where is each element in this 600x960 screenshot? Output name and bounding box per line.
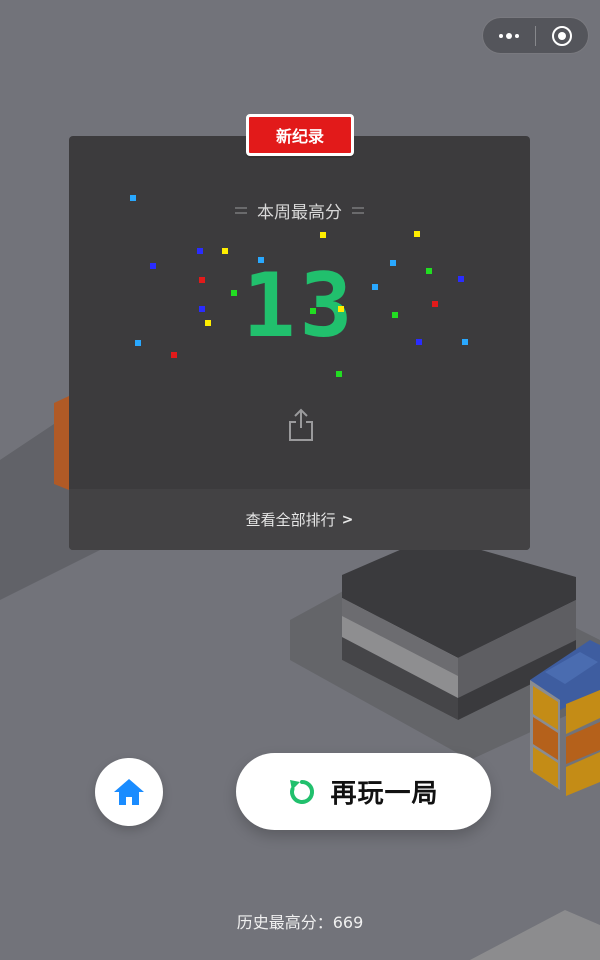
share-icon[interactable] [288,408,314,442]
orange-block [54,396,69,490]
replay-label: 再玩一局 [330,779,439,809]
title-decoration-right [352,207,364,214]
weekly-best-title-row: 本周最高分 [69,198,530,223]
replay-button[interactable]: 再玩一局 [236,753,491,830]
more-button[interactable] [483,18,535,53]
close-target-icon [552,25,572,46]
new-record-badge: 新纪录 [246,114,354,156]
weekly-score: 13 [242,254,357,357]
title-decoration-left [235,207,247,214]
replay-icon [290,779,315,804]
miniprogram-capsule [482,17,589,54]
home-icon [114,779,144,805]
home-button[interactable] [95,758,163,826]
history-best-score: 历史最高分：669 [236,913,364,932]
more-dots-icon [499,32,519,39]
view-all-ranking-link[interactable]: 查看全部排行 > [69,489,530,550]
chevron-right-icon: > [341,511,354,528]
weekly-best-title: 本周最高分 [257,203,342,223]
close-button[interactable] [536,18,588,53]
view-all-ranking-label: 查看全部排行 [245,511,336,529]
